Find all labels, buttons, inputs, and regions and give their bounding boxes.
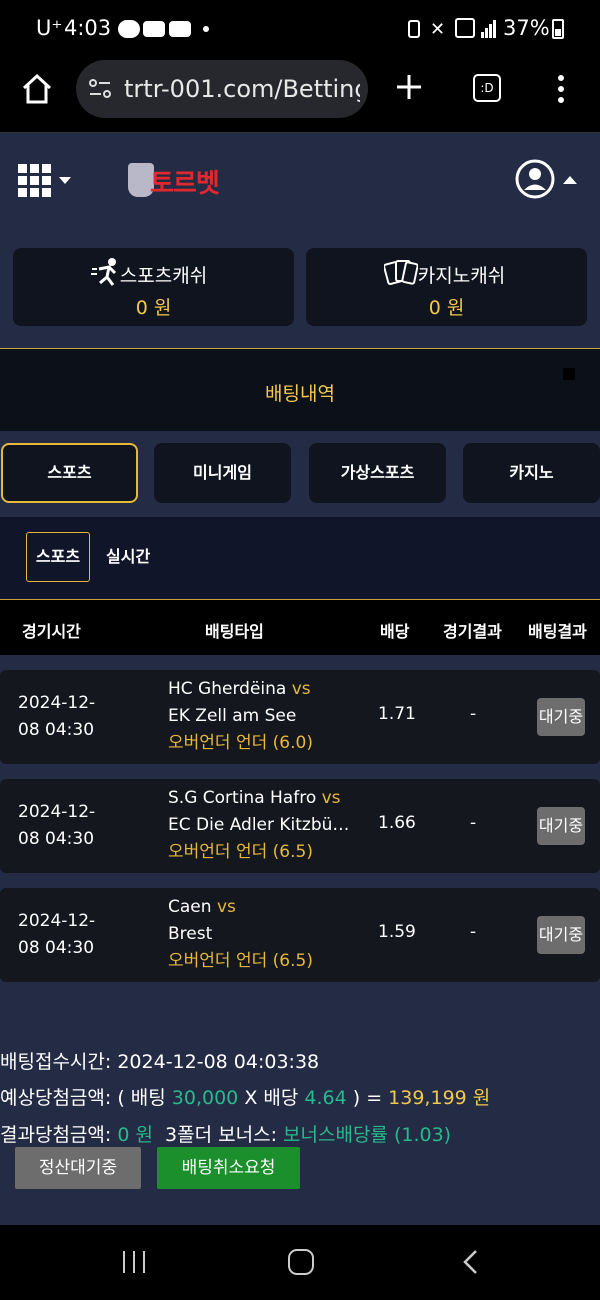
table-row: 2024-12- 08 04:30 S.G Cortina Hafro vs EC… (0, 779, 600, 873)
table-header: 경기시간 배팅타입 배당 경기결과 배팅결과 (0, 600, 600, 655)
subtab-sports[interactable]: 스포츠 (26, 532, 90, 582)
bet-details: Caen vs Brest 오버언더 언더 (6.5) (168, 897, 313, 971)
clock: 4:03 (64, 16, 112, 40)
status-badge: 대기중 (537, 916, 585, 954)
signal-icon (481, 20, 497, 38)
odds-value: 1.71 (378, 704, 416, 724)
site-settings-icon[interactable] (88, 78, 112, 100)
sub-tabs: 스포츠 실시간 (0, 517, 600, 600)
chevron-down-icon[interactable] (59, 177, 71, 184)
new-tab-icon[interactable] (394, 72, 424, 102)
site-header: 토르벳 (0, 133, 600, 233)
casino-cash-card[interactable]: 카지노캐쉬 0 원 (306, 248, 587, 326)
battery-percent: 37% (503, 16, 550, 40)
square-icon (563, 368, 575, 380)
table-row: 2024-12- 08 04:30 HC Gherdëina vs EK Zell… (0, 670, 600, 764)
mute-icon: ✕ (430, 19, 446, 40)
expected-winnings: 예상당첨금액: ( 배팅 30,000 X 배당 4.64 ) = 139,19… (0, 1087, 491, 1109)
browser-toolbar: trtr-001.com/Betting :D (0, 58, 600, 133)
sports-cash-value: 0 원 (135, 297, 172, 319)
bet-received-time: 배팅접수시간: 2024-12-08 04:03:38 (0, 1051, 320, 1073)
site-logo[interactable]: 토르벳 (150, 163, 220, 200)
tab-virtual-sports[interactable]: 가상스포츠 (309, 443, 446, 503)
casino-cash-label: 카지노캐쉬 (417, 265, 506, 287)
battery-icon (552, 19, 564, 39)
odds-value: 1.59 (378, 922, 416, 942)
menu-dots-icon[interactable] (557, 74, 565, 104)
game-time: 2024-12- 08 04:30 (18, 802, 96, 849)
5g-icon (455, 18, 475, 38)
tab-switcher-button[interactable]: :D (473, 74, 501, 102)
tab-sports[interactable]: 스포츠 (1, 443, 138, 503)
odds-value: 1.66 (378, 813, 416, 833)
game-time: 2024-12- 08 04:30 (18, 693, 96, 740)
grid-menu-icon[interactable] (18, 164, 52, 198)
dot-icon (203, 26, 209, 32)
header-odds: 배당 (380, 622, 410, 641)
status-badge: 대기중 (537, 698, 585, 736)
chevron-up-icon[interactable] (563, 176, 577, 184)
subtab-live[interactable]: 실시간 (106, 532, 150, 582)
tab-casino[interactable]: 카지노 (463, 443, 600, 503)
cancel-bet-button[interactable]: 배팅취소요청 (157, 1147, 300, 1189)
result-winnings: 결과당첨금액: 0 원 3폴더 보너스: 보너스배당률 (1.03) (0, 1124, 452, 1146)
header-bet-type: 배팅타입 (205, 622, 264, 641)
home-nav-icon[interactable] (288, 1249, 314, 1275)
youtube-icon (169, 21, 191, 37)
page-title-bar: 배팅내역 (0, 348, 600, 431)
header-bet-result: 배팅결과 (528, 622, 587, 641)
status-badge: 대기중 (537, 807, 585, 845)
casino-cash-value: 0 원 (428, 297, 465, 319)
table-row: 2024-12- 08 04:30 Caen vs Brest 오버언더 언더 (… (0, 888, 600, 982)
tab-minigame[interactable]: 미니게임 (154, 443, 291, 503)
home-icon[interactable] (20, 72, 54, 106)
youtube-icon (143, 21, 165, 37)
page-title: 배팅내역 (265, 383, 335, 405)
back-icon[interactable] (462, 1249, 478, 1275)
recents-icon[interactable] (121, 1250, 147, 1274)
url-text: trtr-001.com/Betting (124, 75, 360, 103)
status-bar: U⁺ 4:03 ✕ 37% (0, 0, 600, 58)
system-nav-bar (0, 1225, 600, 1300)
sync-icon (408, 20, 420, 38)
game-result: - (470, 813, 477, 833)
header-game-result: 경기결과 (443, 622, 502, 641)
sports-cash-card[interactable]: 스포츠캐쉬 0 원 (13, 248, 294, 326)
bet-details: HC Gherdëina vs EK Zell am See 오버언더 언더 (… (168, 679, 313, 753)
bet-details: S.G Cortina Hafro vs EC Die Adler Kitzbü… (168, 788, 350, 862)
address-bar[interactable]: trtr-001.com/Betting (76, 60, 368, 118)
game-result: - (470, 922, 477, 942)
game-time: 2024-12- 08 04:30 (18, 911, 96, 958)
header-game-time: 경기시간 (22, 622, 81, 641)
carrier-label: U⁺ (36, 16, 63, 40)
settle-pending-button[interactable]: 정산대기중 (15, 1147, 141, 1189)
talk-icon (118, 20, 140, 38)
sports-cash-label: 스포츠캐쉬 (119, 265, 208, 287)
game-result: - (470, 704, 477, 724)
user-avatar-icon[interactable] (515, 159, 555, 199)
